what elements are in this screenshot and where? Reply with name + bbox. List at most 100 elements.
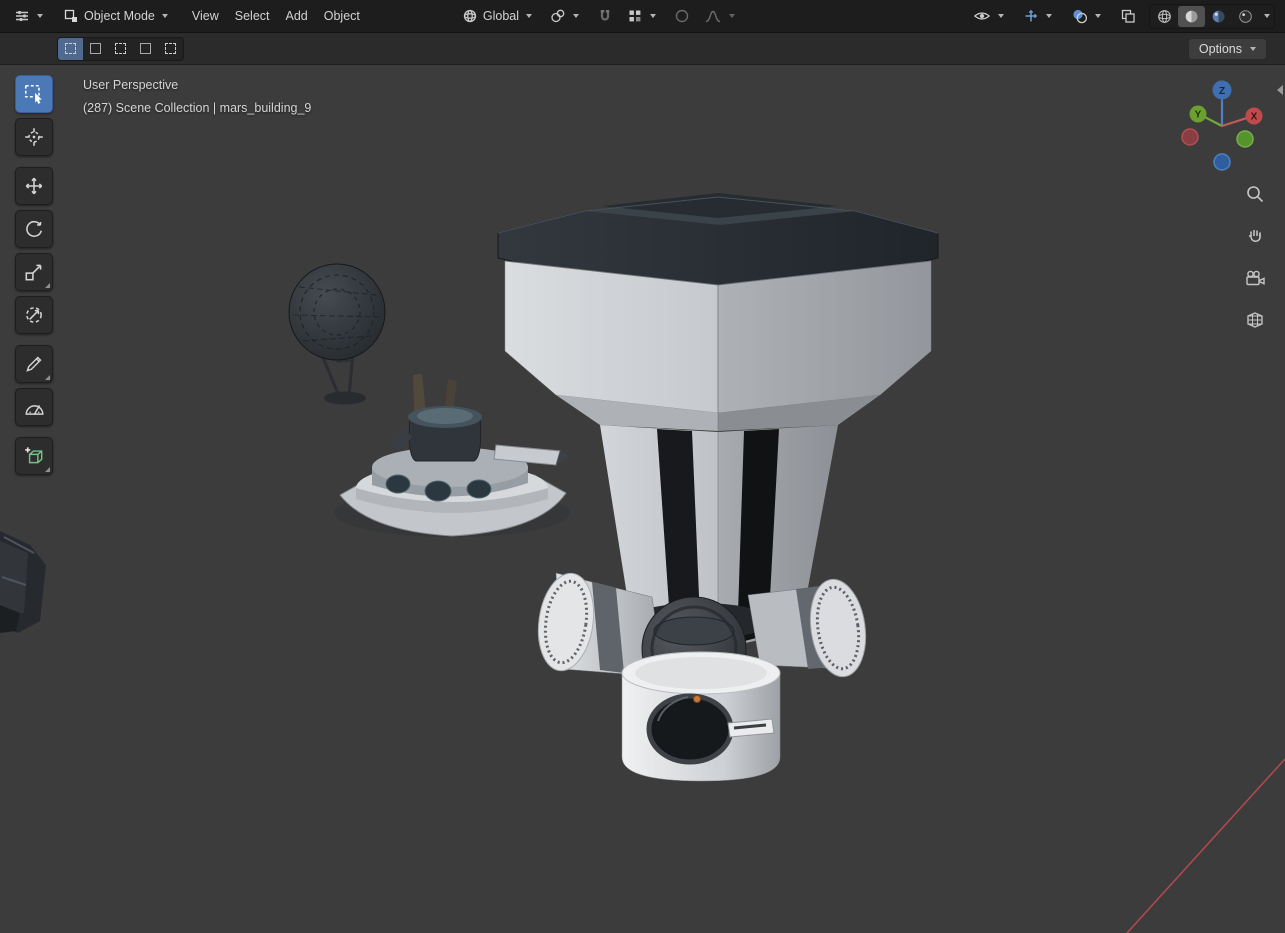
xray-toggle[interactable] <box>1114 5 1142 27</box>
camera-view-control[interactable] <box>1244 268 1266 293</box>
viewport-shading-group <box>1149 3 1275 29</box>
snap-target-icon <box>629 10 641 22</box>
menu-select[interactable]: Select <box>227 6 278 26</box>
tool-rotate[interactable] <box>15 210 53 248</box>
object-mode-icon <box>64 9 77 22</box>
chevron-down-icon <box>1264 14 1270 18</box>
mode-dropdown[interactable]: Object Mode <box>57 5 174 27</box>
chevron-down-icon <box>729 14 736 18</box>
show-object-types-dropdown[interactable] <box>967 6 1010 26</box>
chevron-down-icon <box>1046 14 1052 18</box>
shading-solid-icon <box>1185 10 1198 22</box>
scene-object-base-building[interactable] <box>334 374 571 537</box>
topbar-right-group <box>967 3 1275 29</box>
options-button[interactable]: Options <box>1187 37 1267 60</box>
menu-object[interactable]: Object <box>316 6 368 26</box>
topbar-center-group: Global <box>456 5 741 27</box>
chevron-down-icon <box>1250 46 1256 51</box>
gizmo-axis-z-label: Z <box>1219 86 1225 97</box>
options-label: Options <box>1198 41 1242 56</box>
scene-object-balloon-sphere[interactable] <box>288 263 386 405</box>
snap-toggle[interactable] <box>591 5 615 27</box>
viewport-info-text: User Perspective (287) Scene Collection … <box>83 76 311 117</box>
global-orientation-icon <box>463 9 477 23</box>
select-mode-intersect[interactable] <box>158 38 183 60</box>
tool-transform[interactable] <box>15 296 53 334</box>
shading-material-icon <box>1212 10 1225 22</box>
tool-measure[interactable] <box>15 388 53 426</box>
select-invert-icon <box>140 43 151 54</box>
gizmo-axis-z-negative[interactable] <box>1213 153 1231 171</box>
chevron-down-icon <box>526 14 533 18</box>
view-perspective-label: User Perspective <box>83 78 179 92</box>
editor-type-selector[interactable] <box>8 5 49 27</box>
chevron-down-icon <box>37 14 43 18</box>
gizmo-axis-y-label: Y <box>1195 110 1202 121</box>
sidebar-collapse-arrow-icon[interactable] <box>1277 85 1283 95</box>
falloff-curve-icon <box>705 10 721 23</box>
select-mode-new[interactable] <box>58 37 83 60</box>
select-mode-extend[interactable] <box>83 38 108 60</box>
transform-orientation-dropdown[interactable]: Global <box>456 5 538 27</box>
scale-icon <box>25 264 42 281</box>
chevron-down-icon <box>1095 14 1101 18</box>
zoom-magnifier-icon <box>1247 186 1264 203</box>
scene-render <box>0 193 1285 933</box>
proportional-editing-icon <box>675 9 689 23</box>
menu-add[interactable]: Add <box>278 6 316 26</box>
tool-move[interactable] <box>15 167 53 205</box>
eye-icon <box>973 12 991 20</box>
proportional-falloff-dropdown[interactable] <box>698 5 741 27</box>
pan-control[interactable] <box>1245 226 1265 251</box>
select-mode-subtract[interactable] <box>108 38 133 60</box>
shading-material-button[interactable] <box>1205 6 1232 27</box>
editor-type-icon <box>16 10 28 22</box>
select-intersect-icon <box>165 43 176 54</box>
viewport-3d[interactable]: User Perspective (287) Scene Collection … <box>0 65 1285 933</box>
tool-select-box[interactable] <box>15 75 53 113</box>
pivot-point-icon <box>551 9 565 23</box>
zoom-control[interactable] <box>1245 184 1265 209</box>
tool-shelf <box>15 75 55 475</box>
camera-icon <box>1246 270 1265 286</box>
shading-options-dropdown[interactable] <box>1259 6 1273 27</box>
magnet-icon <box>600 10 610 21</box>
tool-cursor[interactable] <box>15 118 53 156</box>
shading-rendered-button[interactable] <box>1232 6 1259 27</box>
menubar: View Select Add Object <box>184 6 368 26</box>
tool-scale[interactable] <box>15 253 53 291</box>
shading-wireframe-icon <box>1158 9 1171 23</box>
select-new-icon <box>65 43 76 54</box>
tool-annotate[interactable] <box>15 345 53 383</box>
chevron-down-icon <box>573 14 580 18</box>
measure-icon <box>25 404 44 415</box>
viewport-side-controls <box>1244 184 1266 335</box>
shading-solid-button[interactable] <box>1178 5 1205 27</box>
ortho-grid-icon <box>1247 312 1263 328</box>
menu-view[interactable]: View <box>184 6 227 26</box>
proportional-editing-toggle[interactable] <box>668 5 692 27</box>
gizmos-dropdown[interactable] <box>1017 5 1058 27</box>
navigation-gizmo[interactable]: Z Y X <box>1180 78 1264 174</box>
xray-icon <box>1121 9 1135 23</box>
select-mode-invert[interactable] <box>133 38 158 60</box>
mode-dropdown-label: Object Mode <box>84 9 155 23</box>
chevron-down-icon <box>161 14 168 18</box>
shading-wireframe-button[interactable] <box>1151 6 1178 27</box>
pan-hand-icon <box>1248 230 1261 243</box>
scene-object-mars-building[interactable] <box>497 193 939 782</box>
tool-add-cube[interactable] <box>15 437 53 475</box>
overlays-dropdown[interactable] <box>1065 5 1107 27</box>
snap-target-dropdown[interactable] <box>621 5 662 27</box>
perspective-toggle-control[interactable] <box>1245 310 1265 335</box>
gizmo-axis-x-label: X <box>1251 112 1258 123</box>
gizmo-axis-x-negative[interactable] <box>1181 128 1199 146</box>
scene-object-left-edge[interactable] <box>0 531 46 633</box>
rotate-icon <box>26 220 43 237</box>
axis-x-line <box>1126 758 1285 933</box>
gizmo-axis-y-negative[interactable] <box>1236 130 1254 148</box>
transform-icon <box>26 307 42 323</box>
chevron-down-icon <box>998 14 1004 18</box>
pivot-point-dropdown[interactable] <box>544 5 585 27</box>
add-cube-icon <box>25 447 43 464</box>
